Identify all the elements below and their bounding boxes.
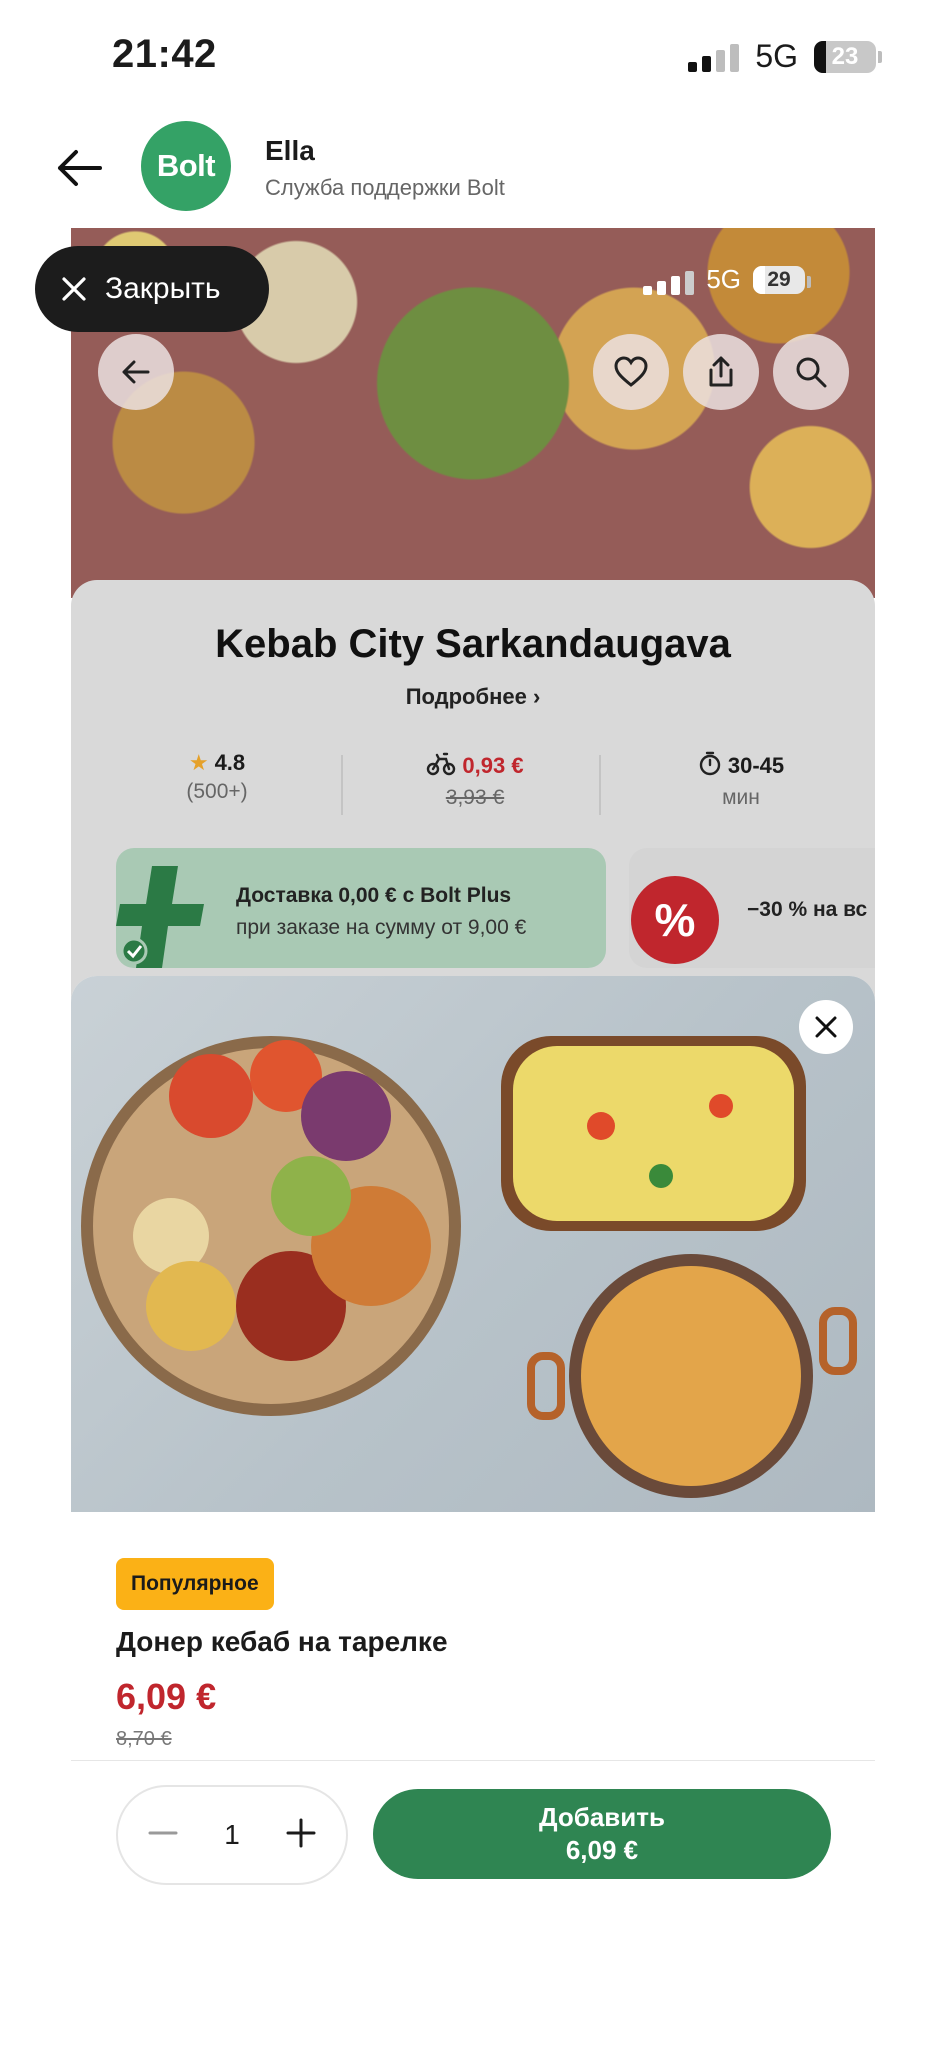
status-time: 21:42 [112, 32, 217, 76]
add-button-label: Добавить [539, 1802, 665, 1832]
network-type: 5G [755, 38, 798, 74]
embedded-network-type: 5G [706, 264, 741, 294]
plus-icon[interactable] [284, 1816, 318, 1855]
embedded-status-bar: 5G 29 [643, 264, 811, 295]
favorite-button[interactable] [593, 334, 669, 410]
item-old-price: 8,70 € [116, 1728, 172, 1750]
search-icon [796, 357, 827, 388]
quantity-value: 1 [224, 1819, 240, 1850]
restaurant-name: Kebab City Sarkandaugava [215, 622, 731, 666]
search-button[interactable] [773, 334, 849, 410]
close-icon [62, 277, 86, 301]
item-photo [71, 976, 875, 1512]
promo-title: Доставка 0,00 € с Bolt Plus [236, 884, 512, 907]
item-name: Донер кебаб на тарелке [116, 1626, 448, 1657]
battery-icon: 23 [814, 40, 882, 73]
delivery-fee-stat: 0,93 € 3,93 € [385, 750, 565, 810]
percent-badge-icon: % [631, 876, 719, 964]
delivery-fee: 0,93 € [462, 753, 524, 778]
bicycle-courier-icon [426, 750, 456, 782]
close-sheet-button[interactable] [799, 1000, 853, 1054]
delivery-fee-old: 3,93 € [445, 786, 505, 809]
chat-contact-subtitle: Служба поддержки Bolt [265, 175, 505, 200]
item-bottom-sheet: Популярное Донер кебаб на тарелке 6,09 €… [71, 976, 875, 1761]
signal-icon [688, 42, 740, 72]
share-icon [709, 356, 733, 387]
stat-divider [341, 755, 343, 815]
shared-screenshot[interactable]: 5G 29 Kebab City Sarkandaugava Подробнее… [71, 228, 875, 1761]
embedded-signal-icon [643, 265, 695, 295]
restaurant-more-link[interactable]: Подробнее › [71, 684, 875, 710]
promo-card-discount[interactable]: % −30 % на вс [629, 848, 875, 968]
divider [71, 1760, 875, 1761]
item-price: 6,09 € [116, 1676, 217, 1717]
close-viewer-button[interactable]: Закрыть [35, 246, 269, 332]
heart-icon [614, 356, 648, 387]
back-arrow-icon [122, 360, 150, 384]
rating-count: (500+) [186, 780, 248, 803]
rating-value: 4.8 [214, 750, 246, 775]
restaurant-info-card: Kebab City Sarkandaugava Подробнее › ★ 4.… [71, 580, 875, 1000]
restaurant-back-button[interactable] [98, 334, 174, 410]
embedded-battery-icon: 29 [753, 265, 811, 294]
battery-level: 23 [831, 42, 859, 70]
close-icon [815, 1016, 837, 1038]
quantity-stepper: 1 [116, 1785, 348, 1885]
promo-subtitle: при заказе на сумму от 9,00 € [236, 916, 527, 939]
timer-icon [698, 750, 722, 782]
close-label: Закрыть [105, 272, 221, 305]
promo-card-bolt-plus[interactable]: Доставка 0,00 € с Bolt Plus при заказе н… [116, 848, 606, 968]
popular-badge: Популярное [116, 1558, 274, 1610]
delivery-time-unit: мин [722, 786, 760, 809]
avatar[interactable]: Bolt [141, 121, 231, 211]
chat-contact-name: Ella [265, 135, 315, 166]
delivery-time-stat: 30-45 мин [651, 750, 831, 810]
star-icon: ★ [188, 750, 209, 775]
back-arrow-icon[interactable] [52, 140, 108, 196]
chevron-right-icon: › [532, 684, 541, 709]
more-label: Подробнее [405, 684, 527, 709]
minus-icon[interactable] [146, 1816, 180, 1855]
share-button[interactable] [683, 334, 759, 410]
embedded-battery-level: 29 [767, 267, 791, 291]
avatar-logo-text: Bolt [156, 148, 216, 183]
add-button-price: 6,09 € [565, 1835, 639, 1865]
delivery-time: 30-45 [727, 753, 785, 778]
promo-title: −30 % на вс [747, 898, 868, 921]
status-indicators: 5G 23 [688, 38, 882, 75]
stat-divider [599, 755, 601, 815]
rating-stat: ★ 4.8 (500+) [127, 750, 307, 804]
bolt-plus-icon [116, 866, 206, 968]
add-to-cart-button[interactable]: Добавить 6,09 € [373, 1789, 831, 1879]
